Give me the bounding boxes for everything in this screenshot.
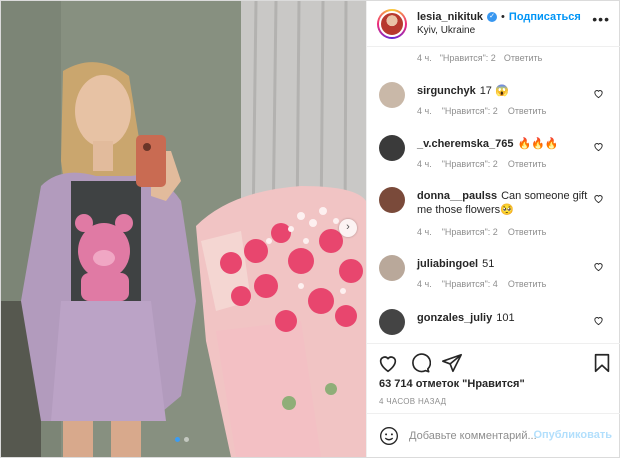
carousel-dot xyxy=(184,437,189,442)
comment-time: 4 ч. xyxy=(417,279,432,289)
comment-likes[interactable]: "Нравится": 2 xyxy=(442,227,498,237)
comment-likes[interactable]: "Нравится": 2 xyxy=(442,159,498,169)
commenter-username[interactable]: juliabingoel xyxy=(417,258,478,270)
reply-button[interactable]: Ответить xyxy=(508,279,546,289)
bookmark-icon[interactable] xyxy=(591,352,613,374)
more-icon[interactable]: ••• xyxy=(592,11,610,27)
reply-button[interactable]: Ответить xyxy=(504,53,542,63)
like-comment-heart-icon[interactable] xyxy=(593,261,604,272)
photo-illustration xyxy=(1,1,366,457)
post-sidebar: lesia_nikituk ✓ • Подписаться Kyiv, Ukra… xyxy=(366,1,620,457)
carousel-dots xyxy=(175,437,189,442)
separator: • xyxy=(501,10,505,23)
reply-button[interactable]: Ответить xyxy=(508,106,546,116)
comment-text: 101 xyxy=(496,312,515,324)
share-icon[interactable] xyxy=(441,352,463,374)
reply-button[interactable]: Ответить xyxy=(508,159,546,169)
verified-icon: ✓ xyxy=(487,11,498,22)
comment-text: 51 xyxy=(482,258,495,270)
comment-likes[interactable]: "Нравится": 2 xyxy=(442,106,498,116)
commenter-avatar[interactable] xyxy=(379,187,405,213)
location-link[interactable]: Kyiv, Ukraine xyxy=(417,24,581,38)
commenter-avatar[interactable] xyxy=(379,309,405,335)
comment-likes[interactable]: "Нравится": 4 xyxy=(442,279,498,289)
like-comment-heart-icon[interactable] xyxy=(593,193,604,204)
comment-time: 4 ч. xyxy=(417,53,432,63)
like-comment-heart-icon[interactable] xyxy=(593,141,604,152)
add-comment-bar: Опубликовать xyxy=(367,413,620,457)
post-actions xyxy=(367,343,620,379)
heart-icon[interactable] xyxy=(377,352,399,374)
commenter-username[interactable]: sirgunchyk xyxy=(417,85,476,97)
comment-likes[interactable]: "Нравится": 2 xyxy=(440,53,496,63)
post-time[interactable]: 4 ЧАСОВ НАЗАД xyxy=(379,397,446,406)
commenter-avatar[interactable] xyxy=(379,255,405,281)
previous-comment-meta: 4 ч. "Нравится": 2 Ответить xyxy=(417,53,542,63)
commenter-avatar[interactable] xyxy=(379,82,405,108)
reply-button[interactable]: Ответить xyxy=(508,227,546,237)
comment-input[interactable] xyxy=(409,426,539,446)
comment-icon[interactable] xyxy=(409,352,431,374)
comment-time: 4 ч. xyxy=(417,159,432,169)
carousel-next-icon[interactable]: › xyxy=(339,219,357,237)
instagram-post: › lesia_nikituk ✓ • Подписаться Kyiv, Uk… xyxy=(0,0,620,458)
post-header: lesia_nikituk ✓ • Подписаться Kyiv, Ukra… xyxy=(367,1,620,47)
comment-time: 4 ч. xyxy=(417,227,432,237)
emoji-icon[interactable] xyxy=(379,426,399,446)
comments-list: 4 ч. "Нравится": 2 Ответить sirgunchyk 17… xyxy=(367,48,620,343)
post-photo[interactable]: › xyxy=(1,1,366,457)
commenter-username[interactable]: gonzales_juliy xyxy=(417,312,492,324)
comment-time: 4 ч. xyxy=(417,106,432,116)
commenter-username[interactable]: _v.cheremska_765 xyxy=(417,138,513,150)
author-avatar[interactable] xyxy=(377,8,407,39)
comment-text: 17 😱 xyxy=(479,85,509,97)
follow-button[interactable]: Подписаться xyxy=(509,10,581,24)
author-username[interactable]: lesia_nikituk xyxy=(417,10,483,24)
carousel-dot-active xyxy=(175,437,180,442)
like-comment-heart-icon[interactable] xyxy=(593,315,604,326)
publish-button[interactable]: Опубликовать xyxy=(533,429,612,441)
likes-count[interactable]: 63 714 отметок "Нравится" xyxy=(379,378,525,390)
commenter-avatar[interactable] xyxy=(379,135,405,161)
comment-text: 🔥🔥🔥 xyxy=(517,138,559,150)
like-comment-heart-icon[interactable] xyxy=(593,88,604,99)
commenter-username[interactable]: donna__paulss xyxy=(417,190,497,202)
